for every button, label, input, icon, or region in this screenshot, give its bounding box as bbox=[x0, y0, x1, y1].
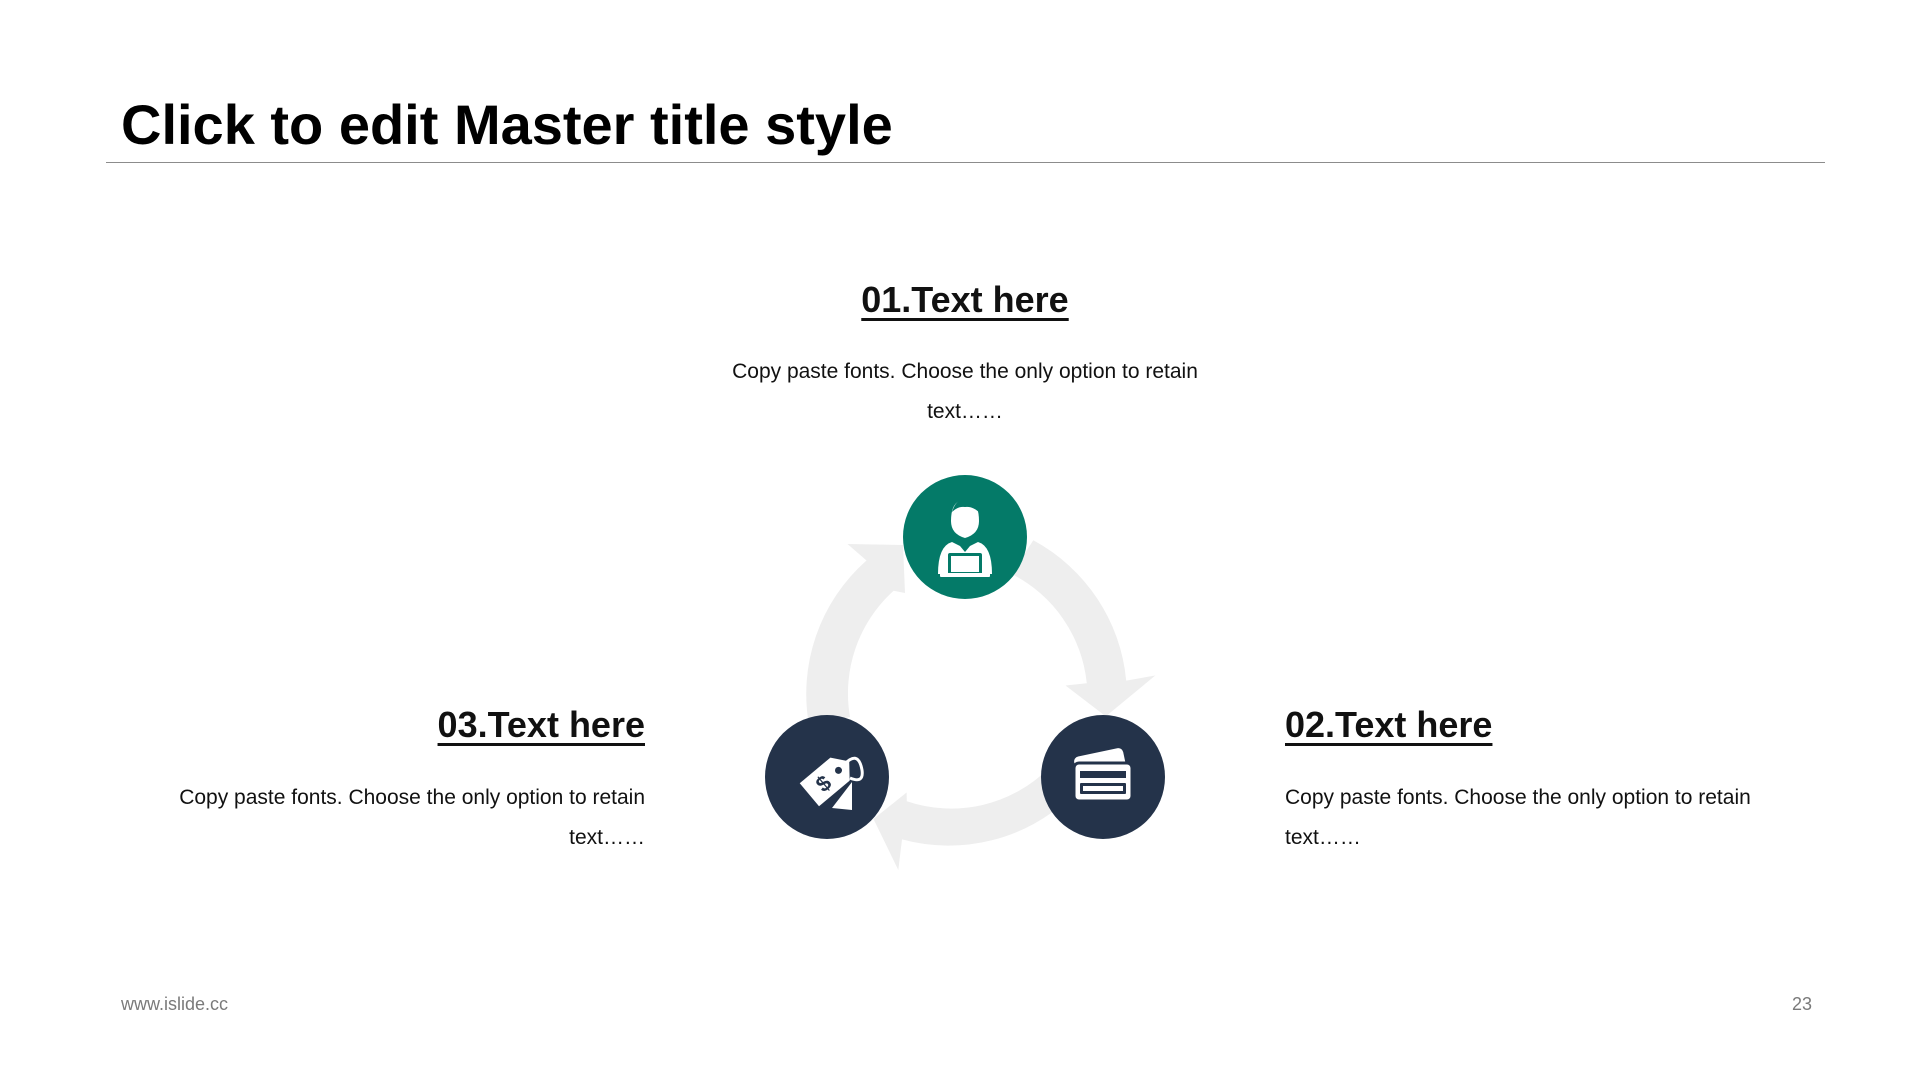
cycle-diagram: $ bbox=[765, 475, 1165, 870]
step-2-node bbox=[1041, 715, 1165, 839]
step-3-heading: 03.Text here bbox=[437, 704, 645, 745]
step-3-node: $ bbox=[765, 715, 889, 839]
step-3-body: Copy paste fonts. Choose the only option… bbox=[179, 786, 645, 849]
cycle-arrow-left bbox=[806, 544, 905, 727]
cycle-arrow-top-right bbox=[1011, 540, 1156, 717]
step-1-body: Copy paste fonts. Choose the only option… bbox=[732, 360, 1198, 423]
step-2-body: Copy paste fonts. Choose the only option… bbox=[1285, 786, 1751, 849]
page-number: 23 bbox=[1791, 994, 1812, 1014]
step-1-node bbox=[903, 475, 1027, 599]
footer-url: www.islide.cc bbox=[121, 994, 229, 1014]
step-1-heading: 01.Text here bbox=[861, 279, 1069, 320]
step-2-heading: 02.Text here bbox=[1285, 704, 1493, 745]
cycle-arrow-bottom bbox=[873, 768, 1070, 870]
